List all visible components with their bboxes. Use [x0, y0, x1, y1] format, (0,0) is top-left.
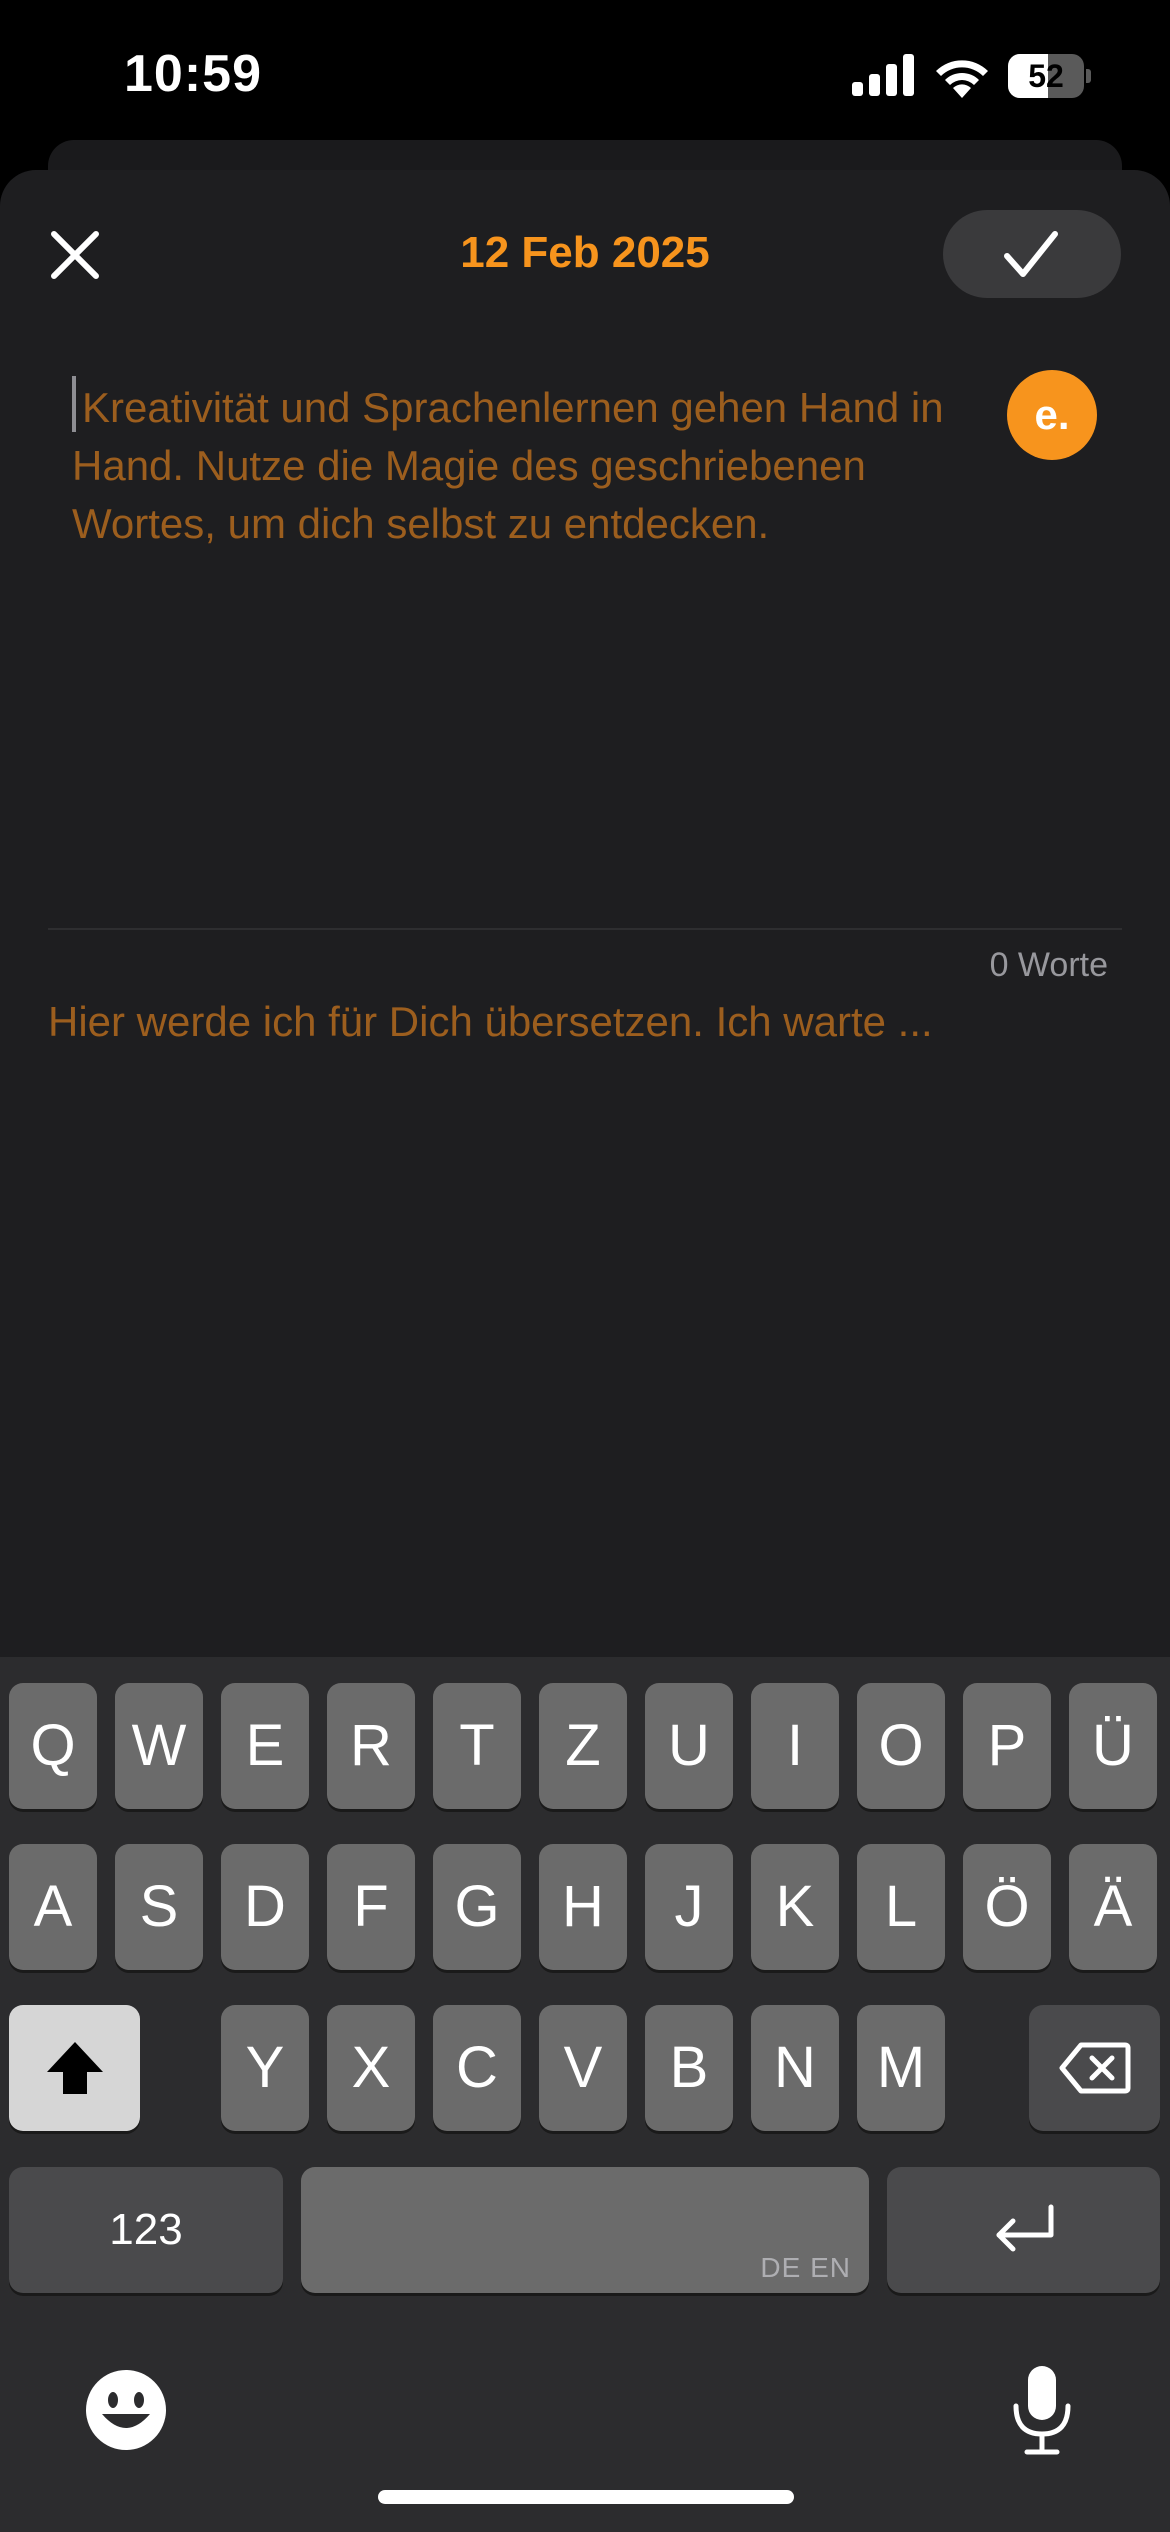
cellular-signal-icon: [852, 54, 914, 96]
key-z[interactable]: Z: [539, 1683, 627, 1809]
return-icon: [996, 2204, 1053, 2252]
checkmark-icon: [1004, 231, 1058, 277]
key-w[interactable]: W: [115, 1683, 203, 1809]
battery-icon: 52: [1008, 54, 1091, 98]
key-v[interactable]: V: [539, 2005, 627, 2131]
return-key[interactable]: [887, 2167, 1160, 2293]
key-a[interactable]: A: [9, 1844, 97, 1970]
key-h[interactable]: H: [539, 1844, 627, 1970]
key-x[interactable]: X: [327, 2005, 415, 2131]
key-n[interactable]: N: [751, 2005, 839, 2131]
key-ae[interactable]: Ä: [1069, 1844, 1157, 1970]
status-bar: 10:59 52: [0, 0, 1170, 150]
word-count: 0 Worte: [989, 946, 1108, 984]
space-bar[interactable]: DE EN: [301, 2167, 869, 2293]
key-y[interactable]: Y: [221, 2005, 309, 2131]
key-g[interactable]: G: [433, 1844, 521, 1970]
text-caret: [72, 376, 76, 432]
backspace-icon: [1059, 2042, 1130, 2094]
status-time: 10:59: [124, 45, 262, 103]
key-s[interactable]: S: [115, 1844, 203, 1970]
home-indicator[interactable]: [378, 2490, 794, 2504]
key-f[interactable]: F: [327, 1844, 415, 1970]
key-c[interactable]: C: [433, 2005, 521, 2131]
key-l[interactable]: L: [857, 1844, 945, 1970]
avatar[interactable]: e.: [1007, 370, 1097, 460]
editor-placeholder: Kreativität und Sprachenlernen gehen Han…: [72, 384, 944, 547]
key-p[interactable]: P: [963, 1683, 1051, 1809]
shift-key[interactable]: [9, 2005, 140, 2131]
shift-icon: [46, 2042, 103, 2094]
keyboard-language-label: DE EN: [760, 2252, 851, 2283]
key-ue[interactable]: Ü: [1069, 1683, 1157, 1809]
key-j[interactable]: J: [645, 1844, 733, 1970]
delete-key[interactable]: [1029, 2005, 1160, 2131]
key-t[interactable]: T: [433, 1683, 521, 1809]
numbers-key[interactable]: 123: [9, 2167, 283, 2293]
key-m[interactable]: M: [857, 2005, 945, 2131]
key-k[interactable]: K: [751, 1844, 839, 1970]
entry-text-editor[interactable]: Kreativität und Sprachenlernen gehen Han…: [72, 376, 972, 553]
microphone-icon[interactable]: [1007, 2362, 1077, 2458]
emoji-icon[interactable]: [84, 2368, 168, 2452]
key-e[interactable]: E: [221, 1683, 309, 1809]
keyboard: Q W E R T Z U I O P Ü A S D F G H J K L …: [0, 1657, 1170, 2532]
key-b[interactable]: B: [645, 2005, 733, 2131]
key-oe[interactable]: Ö: [963, 1844, 1051, 1970]
wifi-icon: [936, 60, 988, 98]
battery-level: 52: [1028, 58, 1064, 94]
translation-placeholder: Hier werde ich für Dich übersetzen. Ich …: [48, 998, 933, 1045]
divider: [48, 928, 1122, 930]
done-button[interactable]: [943, 210, 1121, 298]
key-q[interactable]: Q: [9, 1683, 97, 1809]
key-u[interactable]: U: [645, 1683, 733, 1809]
key-r[interactable]: R: [327, 1683, 415, 1809]
key-i[interactable]: I: [751, 1683, 839, 1809]
key-d[interactable]: D: [221, 1844, 309, 1970]
key-o[interactable]: O: [857, 1683, 945, 1809]
